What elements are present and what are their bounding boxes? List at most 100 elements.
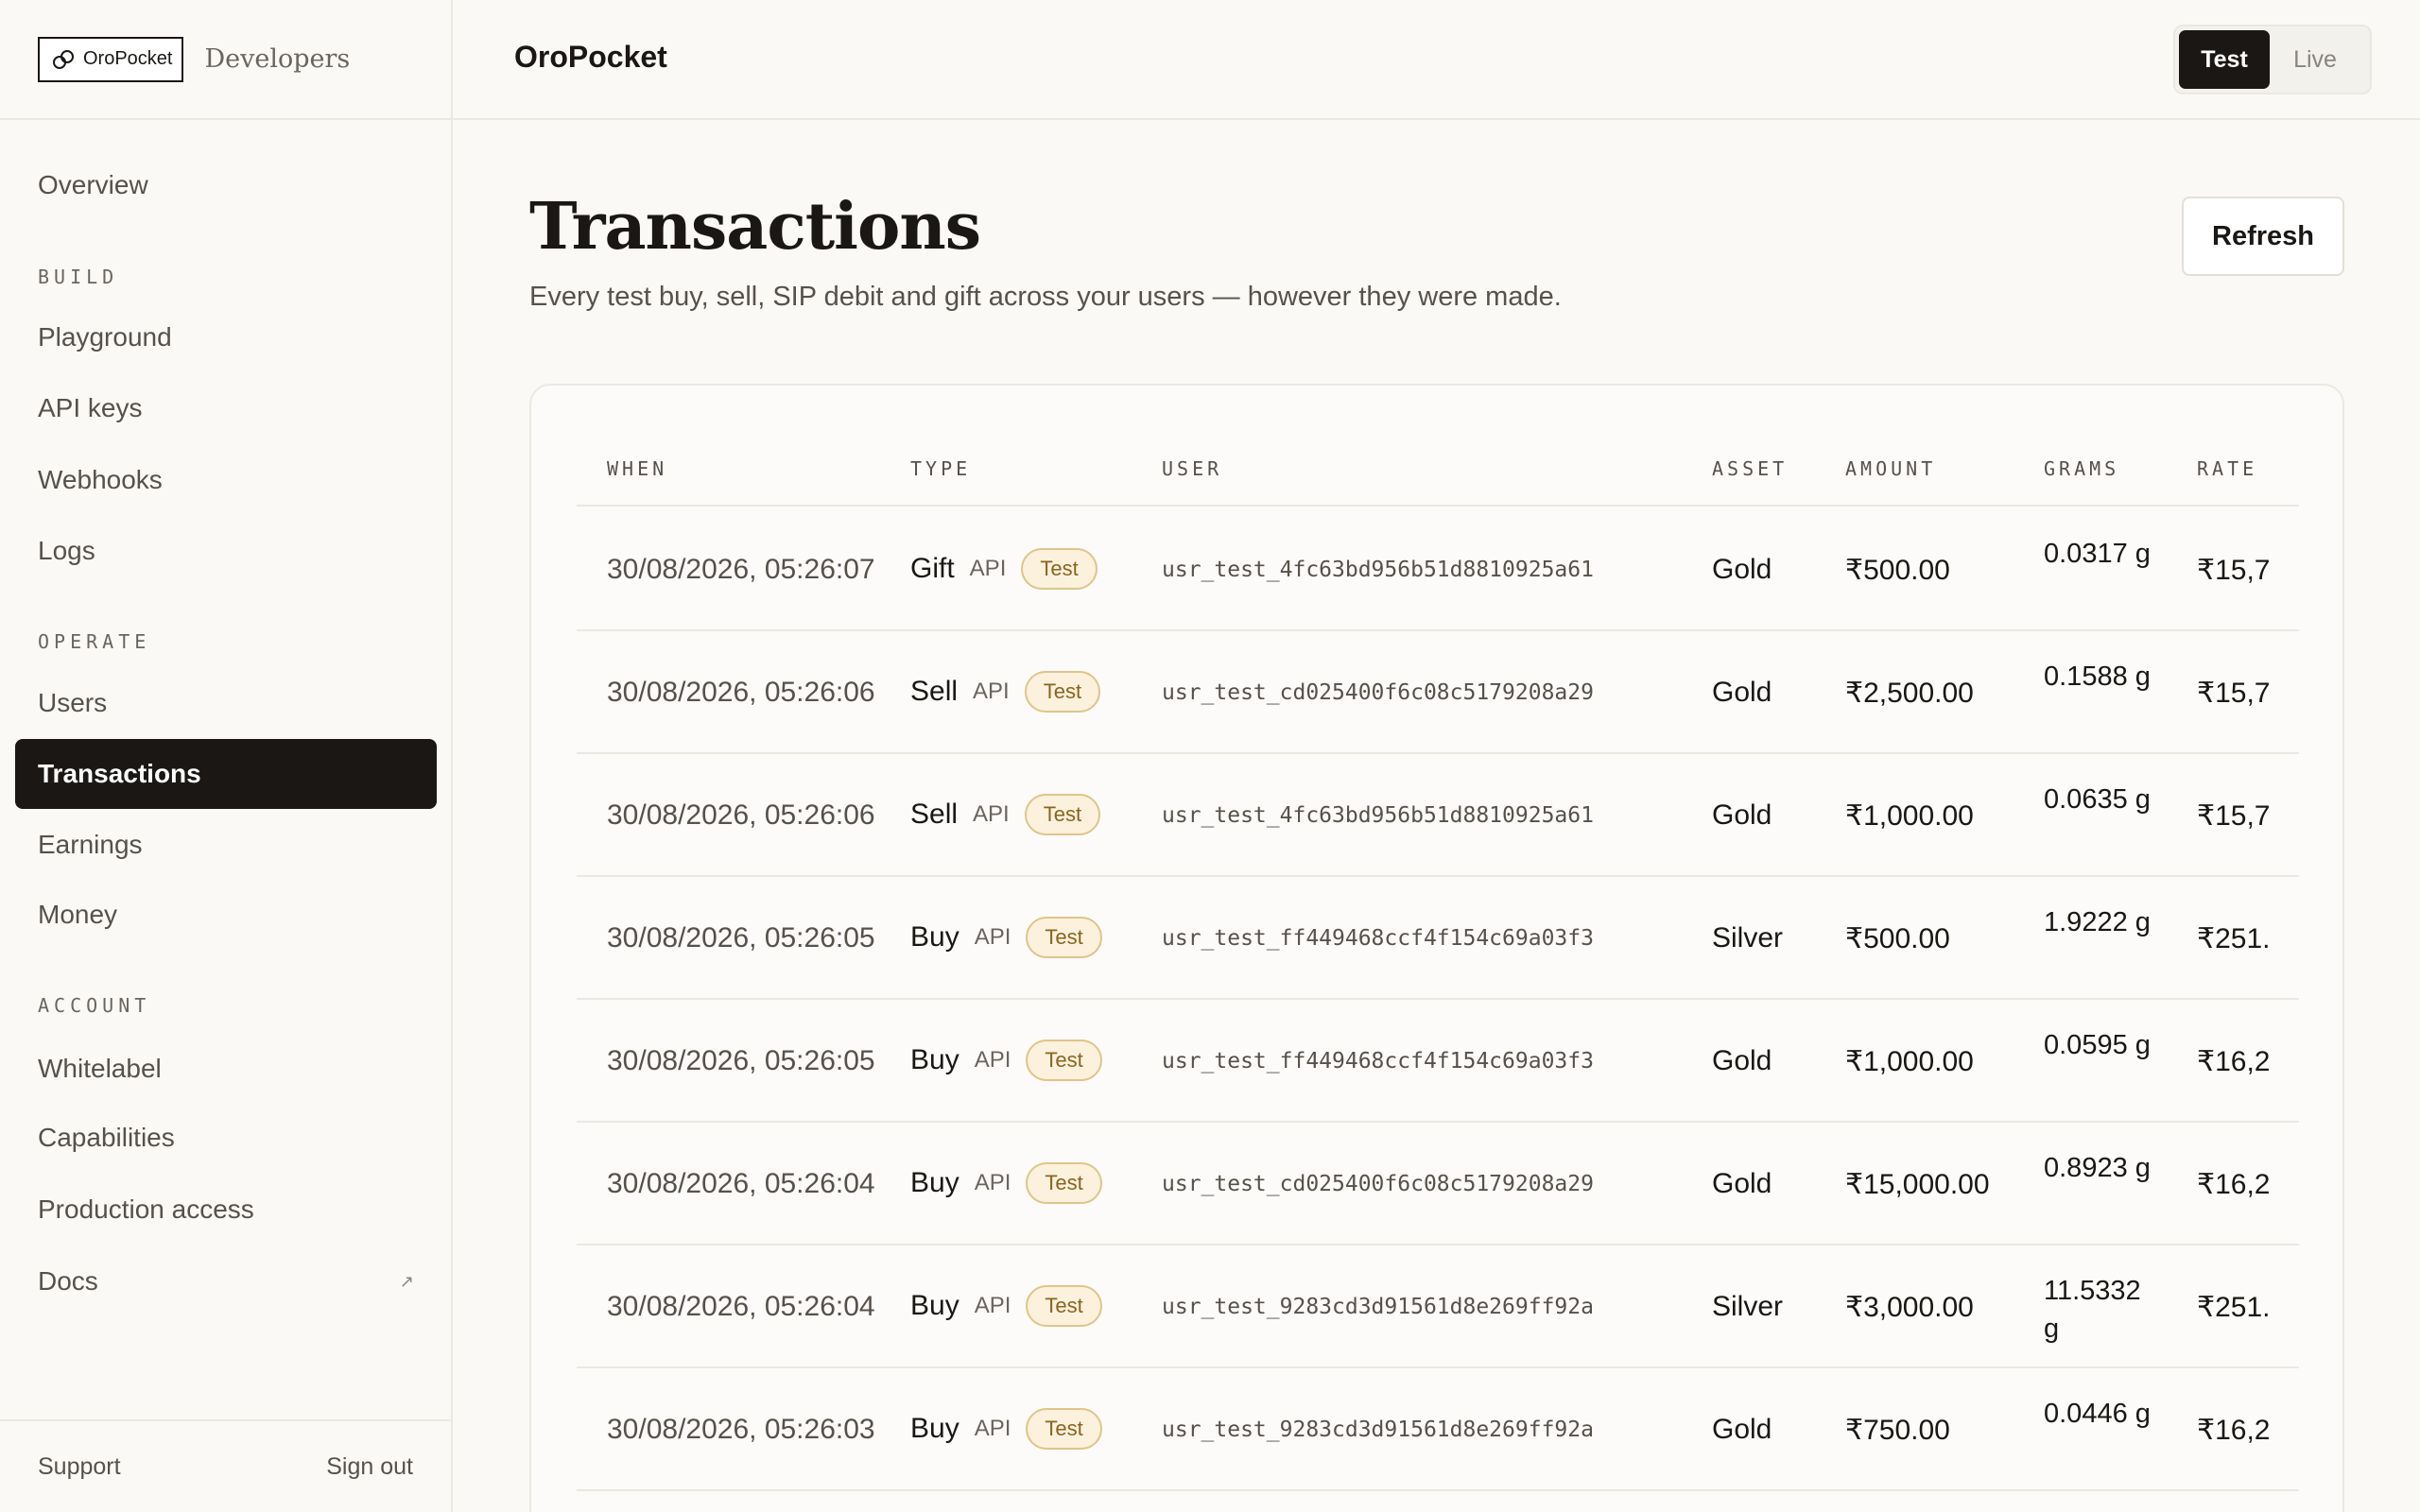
table-header: WHEN TYPE USER ASSET AMOUNT GRAMS RATE — [577, 386, 2299, 507]
source-label: API — [974, 1293, 1011, 1318]
cell-asset: Gold — [1712, 677, 1772, 708]
cell-user[interactable]: usr_test_9283cd3d91561d8e269ff92a — [1162, 1418, 1594, 1442]
logo-text: OroPocket — [83, 48, 173, 69]
cell-rate: ₹15,7 — [2197, 678, 2271, 709]
sidebar-item-transactions[interactable]: Transactions — [15, 739, 437, 809]
cell-type: Buy API Test — [910, 1162, 1102, 1204]
cell-type: Sell API Test — [910, 671, 1101, 713]
cell-rate: ₹16,2 — [2197, 1415, 2271, 1446]
cell-asset: Gold — [1712, 1168, 1772, 1199]
page-subtitle: Every test buy, sell, SIP debit and gift… — [529, 282, 1562, 312]
sidebar: OroPocket Developers Overview BUILD Play… — [0, 0, 453, 1512]
sidebar-item-users[interactable]: Users — [15, 668, 437, 738]
cell-type: Sell API Test — [910, 794, 1101, 835]
cell-grams: 1.9222 g — [2044, 907, 2151, 937]
cell-when: 30/08/2026, 05:26:07 — [607, 554, 875, 585]
type-label: Buy — [910, 921, 959, 953]
cell-grams: 11.5332 g — [2044, 1276, 2141, 1344]
status-badge: Test — [1024, 671, 1101, 713]
sidebar-item-logs[interactable]: Logs — [15, 516, 437, 586]
source-label: API — [973, 679, 1010, 704]
cell-type: Buy API Test — [910, 1040, 1102, 1081]
cell-grams: 0.1588 g — [2044, 662, 2151, 692]
cell-user[interactable]: usr_test_4fc63bd956b51d8810925a61 — [1162, 803, 1594, 828]
cell-asset: Gold — [1712, 1414, 1772, 1445]
column-header-amount[interactable]: AMOUNT — [1845, 457, 1936, 480]
cell-when: 30/08/2026, 05:26:05 — [607, 922, 875, 954]
table-row[interactable]: 30/08/2026, 05:26:06 Sell API Test usr_test_… — [577, 631, 2299, 754]
cell-amount: ₹500.00 — [1845, 555, 1950, 586]
section-title-build: BUILD — [38, 266, 119, 288]
table-row[interactable]: 30/08/2026, 05:26:03 Buy API Test usr_test_9… — [577, 1368, 2299, 1491]
table-row[interactable]: 30/08/2026, 05:26:05 Buy API Test usr_test_f… — [577, 1000, 2299, 1123]
sidebar-item-money[interactable]: Money — [15, 880, 437, 950]
cell-when: 30/08/2026, 05:26:06 — [607, 799, 875, 831]
transactions-table: WHEN TYPE USER ASSET AMOUNT GRAMS RATE 3… — [529, 384, 2344, 1512]
source-label: API — [974, 1047, 1011, 1073]
cell-user[interactable]: usr_test_cd025400f6c08c5179208a29 — [1162, 1172, 1594, 1196]
topbar: OroPocket Test Live — [453, 0, 2420, 120]
column-header-grams[interactable]: GRAMS — [2044, 457, 2119, 480]
status-badge: Test — [1021, 548, 1098, 590]
cell-user[interactable]: usr_test_cd025400f6c08c5179208a29 — [1162, 680, 1594, 705]
type-label: Buy — [910, 1413, 959, 1444]
status-badge: Test — [1026, 1408, 1102, 1450]
brand: OroPocket Developers — [0, 0, 451, 120]
page-title: Transactions — [529, 189, 981, 265]
mode-live-button[interactable]: Live — [2270, 30, 2360, 89]
sidebar-item-playground[interactable]: Playground — [15, 302, 437, 372]
logo[interactable]: OroPocket — [38, 36, 184, 82]
sidebar-footer: Support Sign out — [0, 1419, 451, 1512]
cell-type: Buy API Test — [910, 1285, 1102, 1327]
table-scroll-area[interactable]: WHEN TYPE USER ASSET AMOUNT GRAMS RATE 3… — [577, 386, 2299, 1512]
table-row[interactable]: 30/08/2026, 05:26:05 Buy API Test usr_test_f… — [577, 877, 2299, 1000]
column-header-when[interactable]: WHEN — [607, 457, 667, 480]
cell-user[interactable]: usr_test_ff449468ccf4f154c69a03f3 — [1162, 926, 1594, 951]
cell-asset: Gold — [1712, 554, 1772, 585]
cell-when: 30/08/2026, 05:26:05 — [607, 1045, 875, 1076]
cell-user[interactable]: usr_test_9283cd3d91561d8e269ff92a — [1162, 1295, 1594, 1319]
refresh-button[interactable]: Refresh — [2182, 197, 2344, 276]
cell-type: Gift API Test — [910, 548, 1098, 590]
cell-when: 30/08/2026, 05:26:04 — [607, 1168, 875, 1199]
column-header-user[interactable]: USER — [1162, 457, 1222, 480]
cell-grams: 0.0317 g — [2044, 539, 2151, 569]
status-badge: Test — [1026, 1040, 1102, 1081]
sidebar-item-docs[interactable]: Docs ↗ — [15, 1246, 437, 1316]
cell-rate: ₹16,2 — [2197, 1169, 2271, 1200]
support-link[interactable]: Support — [38, 1453, 121, 1481]
sign-out-link[interactable]: Sign out — [326, 1453, 413, 1481]
mode-test-button[interactable]: Test — [2179, 30, 2270, 89]
source-label: API — [974, 924, 1011, 950]
cell-grams: 0.0595 g — [2044, 1030, 2151, 1060]
table-row[interactable]: 30/08/2026, 05:26:04 Buy API Test usr_test_9… — [577, 1246, 2299, 1368]
cell-type: Buy API Test — [910, 1408, 1102, 1450]
cell-rate: ₹15,7 — [2197, 800, 2271, 832]
column-header-asset[interactable]: ASSET — [1712, 457, 1788, 480]
link-logo-icon — [53, 49, 74, 69]
cell-rate: ₹251. — [2197, 1292, 2271, 1323]
status-badge: Test — [1024, 794, 1101, 835]
cell-user[interactable]: usr_test_ff449468ccf4f154c69a03f3 — [1162, 1049, 1594, 1074]
sidebar-item-api-keys[interactable]: API keys — [15, 373, 437, 443]
sidebar-item-webhooks[interactable]: Webhooks — [15, 445, 437, 515]
sidebar-item-whitelabel[interactable]: Whitelabel — [15, 1034, 437, 1104]
table-row[interactable]: 30/08/2026, 05:26:04 Buy API Test usr_test_c… — [577, 1123, 2299, 1246]
source-label: API — [973, 801, 1010, 827]
cell-type: Buy API Test — [910, 917, 1102, 958]
type-label: Buy — [910, 1167, 959, 1198]
table-row[interactable]: 30/08/2026, 05:26:07 Gift API Test usr_test_… — [577, 508, 2299, 631]
sidebar-item-overview[interactable]: Overview — [15, 150, 437, 220]
cell-amount: ₹1,000.00 — [1845, 800, 1974, 832]
cell-rate: ₹16,2 — [2197, 1046, 2271, 1077]
cell-amount: ₹500.00 — [1845, 923, 1950, 954]
section-title-account: ACCOUNT — [38, 994, 151, 1017]
table-row[interactable]: 30/08/2026, 05:26:06 Sell API Test usr_test_… — [577, 754, 2299, 877]
column-header-type[interactable]: TYPE — [910, 457, 971, 480]
cell-user[interactable]: usr_test_4fc63bd956b51d8810925a61 — [1162, 558, 1594, 582]
sidebar-item-production-access[interactable]: Production access — [15, 1175, 437, 1245]
column-header-rate[interactable]: RATE — [2197, 457, 2257, 480]
cell-amount: ₹1,000.00 — [1845, 1046, 1974, 1077]
sidebar-item-earnings[interactable]: Earnings — [15, 810, 437, 880]
sidebar-item-capabilities[interactable]: Capabilities — [15, 1103, 437, 1173]
